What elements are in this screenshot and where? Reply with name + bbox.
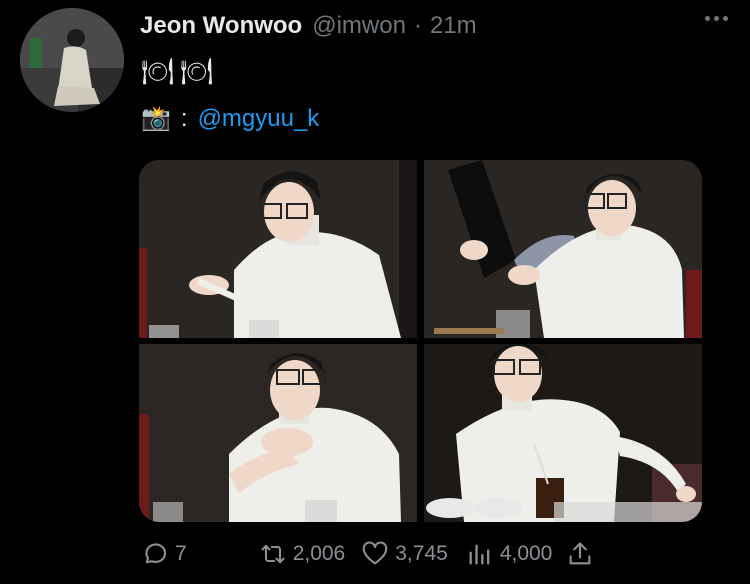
tweet-text-line1: 🍽 🍽 (141, 56, 213, 87)
photo-grid (139, 160, 702, 522)
author-name[interactable]: Jeon Wonwoo (140, 12, 302, 40)
avatar[interactable] (20, 8, 124, 112)
photo-3[interactable] (139, 344, 417, 522)
camera-emoji: 📸 (141, 105, 171, 132)
mention-link[interactable]: @mgyuu_k (198, 105, 320, 133)
fork-knife-emoji: 🍽 (180, 56, 214, 86)
retweet-button[interactable]: 2,006 (259, 540, 346, 568)
views-icon (469, 544, 490, 565)
retweet-icon (261, 544, 285, 564)
views-button[interactable]: 4,000 (466, 540, 553, 568)
like-count: 3,745 (395, 542, 448, 565)
author-handle[interactable]: @imwon (312, 12, 406, 40)
colon: : (180, 104, 188, 132)
like-button[interactable]: 3,745 (361, 540, 448, 568)
heart-icon (363, 541, 388, 565)
avatar-image (20, 8, 124, 112)
photo-2[interactable] (424, 160, 702, 338)
reply-count: 7 (175, 542, 187, 565)
action-bar: 7 2,006 3,745 4,000 (141, 536, 594, 572)
more-icon[interactable] (705, 16, 728, 21)
tweet-header: Jeon Wonwoo @imwon · 21m (140, 10, 477, 42)
photo-4[interactable] (424, 344, 702, 522)
time-separator: · (413, 12, 422, 39)
tweet-time[interactable]: 21m (430, 12, 477, 40)
photo-1[interactable] (139, 160, 417, 338)
tweet-text-line2: 📸 : @mgyuu_k (141, 104, 319, 133)
reply-button[interactable]: 7 (141, 540, 187, 568)
views-count: 4,000 (499, 542, 553, 565)
share-button[interactable] (566, 540, 594, 568)
fork-knife-emoji: 🍽 (141, 56, 175, 86)
retweet-count: 2,006 (292, 542, 346, 565)
share-icon (569, 542, 591, 565)
reply-icon (145, 543, 167, 564)
